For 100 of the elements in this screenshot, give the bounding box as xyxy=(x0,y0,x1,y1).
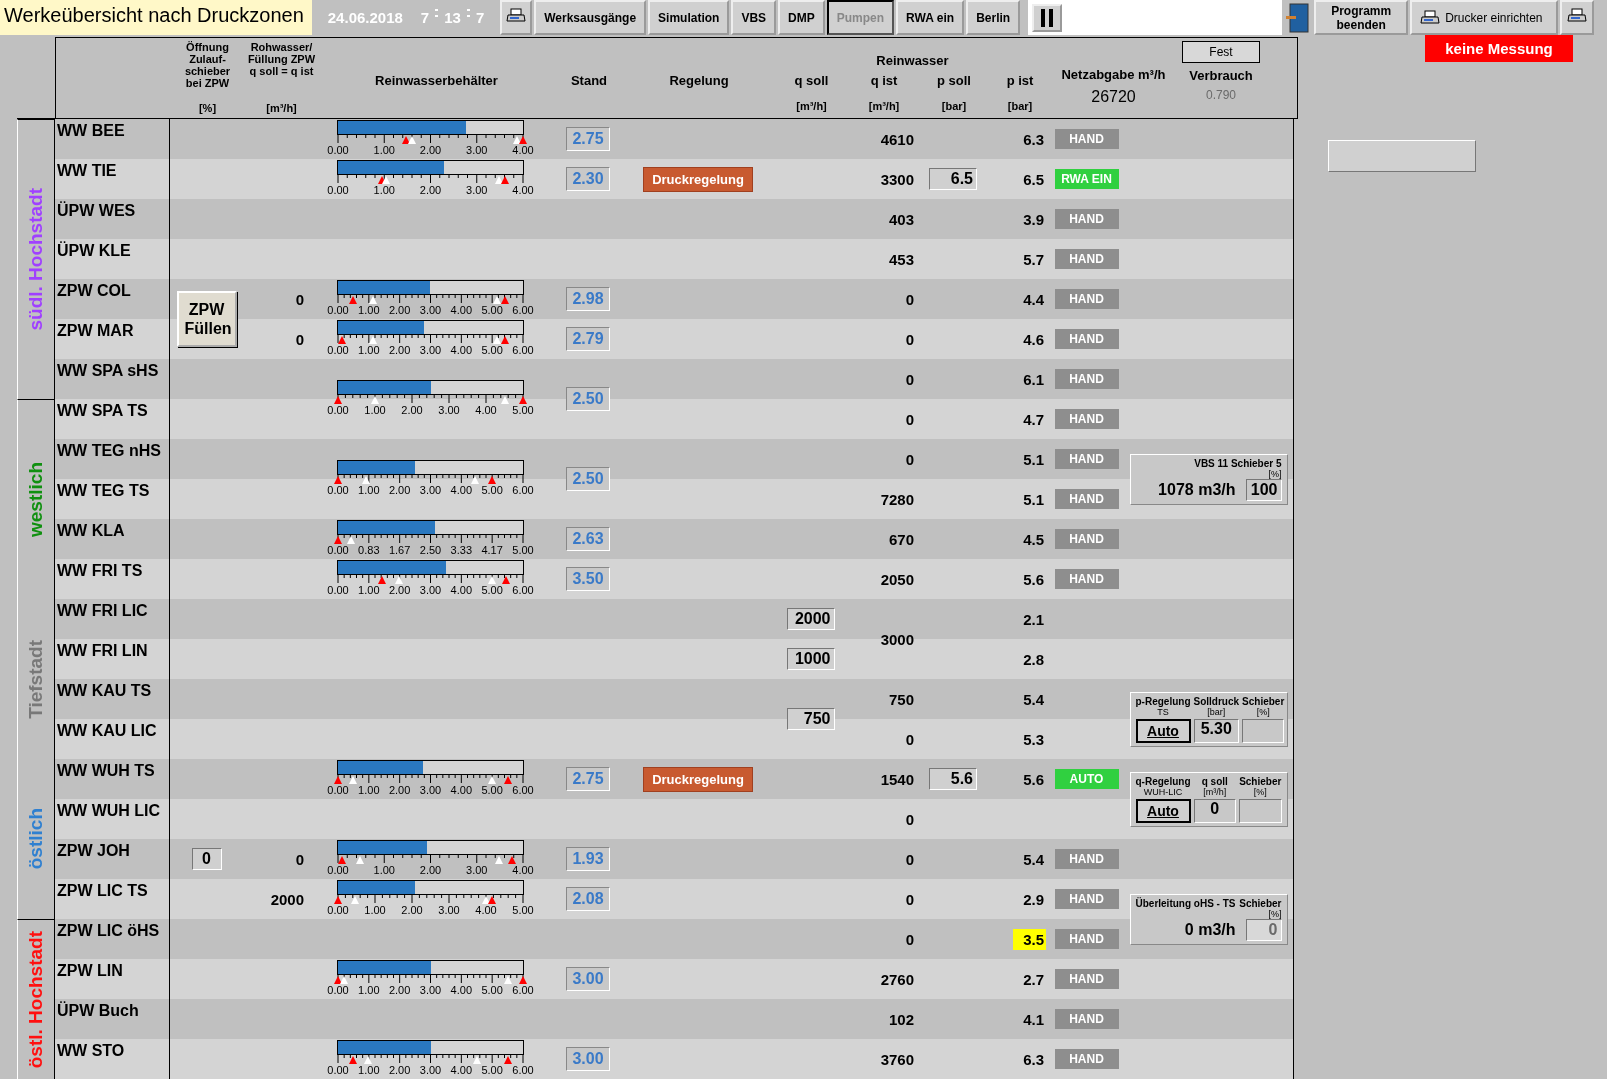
tick-label: 4.00 xyxy=(450,584,473,596)
tick-label: 5.00 xyxy=(481,484,503,496)
tick-label: 6.00 xyxy=(512,584,534,596)
pressure-value: 5.6 xyxy=(1022,769,1045,790)
station-name: WW TIE xyxy=(57,162,117,180)
mode-badge: HAND xyxy=(1054,1009,1119,1029)
control-button[interactable]: Druckregelung xyxy=(643,166,753,192)
station-name: ÜPW WES xyxy=(57,202,136,220)
station-name: WW WUH LIC xyxy=(57,802,161,820)
valve-field[interactable]: 100 xyxy=(1245,478,1282,501)
tick-label: 3.00 xyxy=(438,404,460,416)
column-header: Öffnung Zulauf-schieber bei ZPW xyxy=(183,41,232,89)
flow-value: 0 xyxy=(905,810,914,828)
printer-setup-button[interactable]: Drucker einrichten xyxy=(1410,0,1559,35)
pressure-value: 5.7 xyxy=(1022,249,1045,270)
unit-label: WUH-LIC xyxy=(1143,786,1183,797)
toolbar-button[interactable]: RWA ein xyxy=(896,0,965,35)
mode-badge: HAND xyxy=(1054,409,1119,429)
column-header: Regelung xyxy=(669,73,729,88)
tick-label: 1.67 xyxy=(388,544,411,556)
date-display: 24.06.2018 xyxy=(327,9,403,26)
flow-value: 1540 xyxy=(880,770,914,788)
tick-label: 0.00 xyxy=(327,184,349,196)
fill-button[interactable]: ZPW Füllen xyxy=(176,291,237,347)
toolbar-button[interactable]: DMP xyxy=(778,0,825,35)
flow-reading: 0 m3/h xyxy=(1184,920,1236,939)
tick-label: 5.00 xyxy=(512,904,534,916)
control-button[interactable]: Druckregelung xyxy=(643,766,753,792)
pressure-value: 2.1 xyxy=(1022,609,1045,630)
tick-label: 2.00 xyxy=(388,344,411,356)
mode-badge: HAND xyxy=(1054,1049,1119,1069)
unit-label: TS xyxy=(1157,706,1169,717)
tick-label: 0.00 xyxy=(327,544,349,556)
raw-water-value: 2000 xyxy=(270,890,304,908)
fixed-button[interactable]: Fest xyxy=(1182,41,1260,63)
input-field[interactable]: 750 xyxy=(786,708,835,730)
unit-label: [m³/h] xyxy=(796,99,827,112)
tick-label: 1.00 xyxy=(358,984,380,996)
panel-heading: Schieber xyxy=(1239,897,1282,909)
flow-value: 750 xyxy=(888,690,914,708)
tick-label: 0.00 xyxy=(327,144,349,156)
setpoint-field[interactable]: 0 xyxy=(1193,798,1236,823)
setpoint-field[interactable]: 5.30 xyxy=(1193,718,1240,743)
flow-value: 2760 xyxy=(880,970,914,988)
panel-heading: p-Regelung xyxy=(1135,695,1191,707)
tick-label: 1.00 xyxy=(373,144,395,156)
zone-label: südl. Hochstadt xyxy=(25,188,47,331)
station-name: WW KAU TS xyxy=(57,682,152,700)
raw-water-value: 0 xyxy=(295,290,304,308)
valve-field[interactable] xyxy=(1239,798,1282,823)
valve-field[interactable] xyxy=(1242,718,1285,743)
tick-label: 2.00 xyxy=(388,304,411,316)
column-header: q soll xyxy=(794,73,829,88)
input-field[interactable]: 6.5 xyxy=(929,168,977,190)
unit-label: [bar] xyxy=(1007,99,1033,112)
flow-value: 0 xyxy=(905,730,914,748)
tick-label: 5.00 xyxy=(512,544,534,556)
flow-value: 102 xyxy=(888,1010,914,1028)
pressure-value: 5.1 xyxy=(1022,489,1045,510)
tick-label: 0.00 xyxy=(327,784,349,796)
level-reading: 3.00 xyxy=(566,1047,610,1071)
input-field[interactable]: 5.6 xyxy=(929,768,977,790)
tick-label: 4.00 xyxy=(512,144,534,156)
level-reading: 3.50 xyxy=(566,567,610,591)
mode-badge: HAND xyxy=(1054,369,1119,389)
print-button[interactable] xyxy=(500,0,533,35)
tick-label: 0.00 xyxy=(327,304,349,316)
zone-label: östlich xyxy=(25,808,47,870)
tick-label: 0.00 xyxy=(327,484,349,496)
toolbar-button[interactable]: VBS xyxy=(731,0,777,35)
auto-button[interactable]: Auto xyxy=(1135,798,1191,823)
input-field[interactable]: 2000 xyxy=(786,608,835,630)
column-header: Verbrauch xyxy=(1189,68,1253,83)
unit-label: [m³/h] xyxy=(266,102,297,116)
door-icon[interactable] xyxy=(1286,2,1311,33)
input-field[interactable]: 1000 xyxy=(786,648,835,670)
tick-label: 1.00 xyxy=(358,584,380,596)
tick-label: 1.00 xyxy=(364,404,386,416)
toolbar-button[interactable]: Berlin xyxy=(966,0,1021,35)
print-button[interactable] xyxy=(1560,0,1595,35)
clock-hours: 7 xyxy=(420,9,430,26)
input-field[interactable]: 0 xyxy=(191,848,222,870)
tick-label: 1.00 xyxy=(358,304,380,316)
toolbar-button[interactable]: Werksausgänge xyxy=(534,0,647,35)
pressure-value: 4.4 xyxy=(1022,289,1045,310)
pause-button[interactable] xyxy=(1032,3,1063,32)
auto-button[interactable]: Auto xyxy=(1135,718,1191,743)
exit-button[interactable]: Programm beenden xyxy=(1314,0,1409,35)
flow-value: 403 xyxy=(888,210,914,228)
tick-label: 5.00 xyxy=(481,344,503,356)
clock-seconds: 7 xyxy=(475,9,485,26)
column-header: Netzabgabe m³/h xyxy=(1061,67,1166,82)
mode-badge: HAND xyxy=(1054,929,1119,949)
tick-label: 1.00 xyxy=(358,1064,380,1076)
flow-value: 0 xyxy=(905,850,914,868)
flow-value: 0 xyxy=(905,290,914,308)
tick-label: 1.00 xyxy=(358,484,380,496)
pressure-value: 5.1 xyxy=(1022,449,1045,470)
toolbar-button[interactable]: Simulation xyxy=(648,0,730,35)
pause-icon xyxy=(1040,8,1055,27)
